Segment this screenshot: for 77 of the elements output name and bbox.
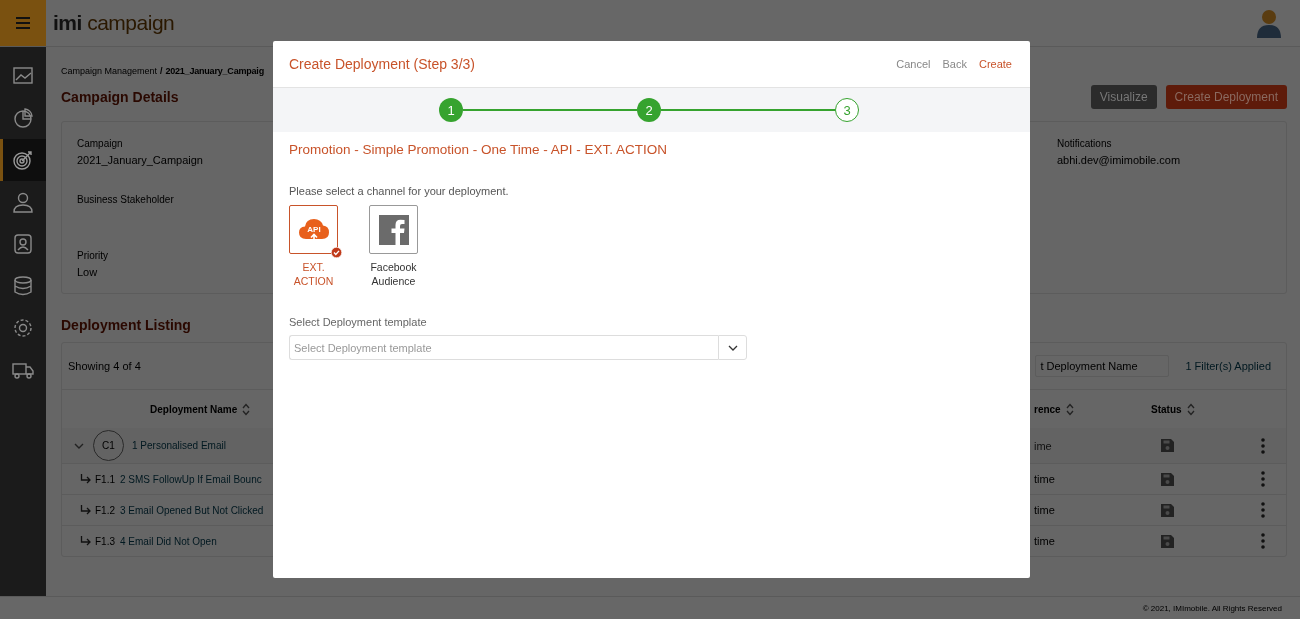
chevron-down-icon[interactable] — [74, 441, 84, 450]
caret-icon — [727, 344, 738, 351]
checkmark-icon — [331, 247, 342, 258]
dropdown-toggle[interactable] — [718, 335, 747, 361]
child-arrow-icon — [80, 536, 91, 546]
dialog-action-link[interactable]: Cancel — [894, 58, 933, 70]
step-indicator: 1 — [439, 98, 463, 122]
column-header[interactable]: rence — [1034, 403, 1061, 415]
visualize-button[interactable]: Visualize — [1090, 85, 1157, 109]
field-value: 2021_January_Campaign — [77, 154, 203, 166]
pie-chart-icon — [12, 107, 34, 129]
more-options-icon[interactable] — [1261, 471, 1265, 487]
field-label: Business Stakeholder — [77, 194, 175, 205]
settings-icon — [12, 317, 34, 339]
field-label: Notifications — [1057, 138, 1113, 149]
save-icon — [1160, 471, 1175, 487]
facebook-icon — [378, 214, 409, 245]
column-header[interactable]: Status — [1151, 403, 1182, 415]
breadcrumb-link[interactable]: Campaign Management — [61, 66, 158, 76]
database-icon — [12, 275, 34, 297]
sidebar-item[interactable] — [0, 139, 46, 181]
more-options-icon[interactable] — [1261, 502, 1265, 518]
channel-label: Facebook Audience — [369, 261, 418, 289]
dialog-title: Create Deployment (Step 3/3) — [289, 56, 475, 72]
search-field[interactable]: t Deployment Name — [1035, 355, 1170, 377]
field-label: Campaign — [77, 138, 124, 149]
flow-code: F1.1 — [95, 473, 115, 485]
channel-tile[interactable] — [369, 205, 418, 254]
dialog-action-link[interactable]: Back — [940, 58, 969, 70]
deployment-name-link[interactable]: 4 Email Did Not Open — [120, 535, 217, 547]
user-avatar-icon[interactable] — [1256, 8, 1282, 38]
section-title: Campaign Details — [61, 89, 179, 105]
column-header[interactable]: Deployment Name — [150, 403, 238, 415]
instruction-text: Please select a channel for your deployment. — [289, 185, 510, 197]
field-label: Select Deployment template — [289, 316, 428, 329]
child-arrow-icon — [80, 505, 91, 515]
more-options-icon[interactable] — [1261, 437, 1265, 454]
table-cell-text: ime — [1034, 439, 1053, 452]
table-cell-text: time — [1034, 504, 1056, 516]
table-cell-text: time — [1034, 473, 1056, 485]
field-label: Priority — [77, 250, 110, 261]
sort-icon[interactable] — [1065, 402, 1074, 416]
filters-link[interactable]: 1 Filter(s) Applied — [1185, 360, 1271, 372]
app-logo: imi campaign — [53, 11, 175, 35]
deployment-name-link[interactable]: 3 Email Opened But Not Clicked — [120, 504, 264, 516]
field-value: abhi.dev@imimobile.com — [1057, 154, 1182, 166]
breadcrumb-separator: / — [160, 66, 163, 76]
deployment-path: Promotion - Simple Promotion - One Time - API - EXT. ACTION — [289, 142, 669, 157]
deployment-name-link[interactable]: 1 Personalised Email — [132, 440, 226, 451]
table-cell-text: time — [1034, 535, 1056, 547]
menu-button[interactable] — [0, 0, 46, 46]
save-icon — [1160, 533, 1175, 549]
step-indicator: 2 — [637, 98, 661, 122]
flow-code: F1.3 — [95, 535, 115, 547]
user-icon — [12, 191, 34, 213]
more-options-icon[interactable] — [1261, 533, 1265, 549]
copyright-text: © 2021, IMImobile. All Rights Reserved — [1142, 603, 1282, 613]
save-icon — [1160, 438, 1175, 453]
deployment-name-link[interactable]: 2 SMS FollowUp If Email Bounc — [120, 473, 262, 485]
create-deployment-button[interactable]: Create Deployment — [1165, 85, 1287, 109]
create-link[interactable]: Create — [976, 58, 1014, 70]
contact-card-icon — [12, 233, 34, 255]
section-title: Deployment Listing — [61, 317, 191, 333]
target-icon — [12, 149, 34, 171]
child-arrow-icon — [80, 474, 91, 484]
step-indicator: 3 — [835, 98, 859, 122]
sort-icon[interactable] — [1186, 402, 1195, 416]
flow-code: F1.2 — [95, 504, 115, 516]
breadcrumb-current: 2021_January_Campaig — [165, 66, 264, 76]
save-icon — [1160, 502, 1175, 518]
result-count: Showing 4 of 4 — [68, 360, 141, 372]
channel-label: EXT. ACTION — [292, 261, 335, 289]
chart-icon — [12, 65, 34, 87]
sort-icon[interactable] — [242, 402, 251, 416]
template-dropdown[interactable]: Select Deployment template — [289, 335, 718, 361]
menu-icon — [16, 17, 30, 29]
field-value: Low — [77, 266, 99, 278]
